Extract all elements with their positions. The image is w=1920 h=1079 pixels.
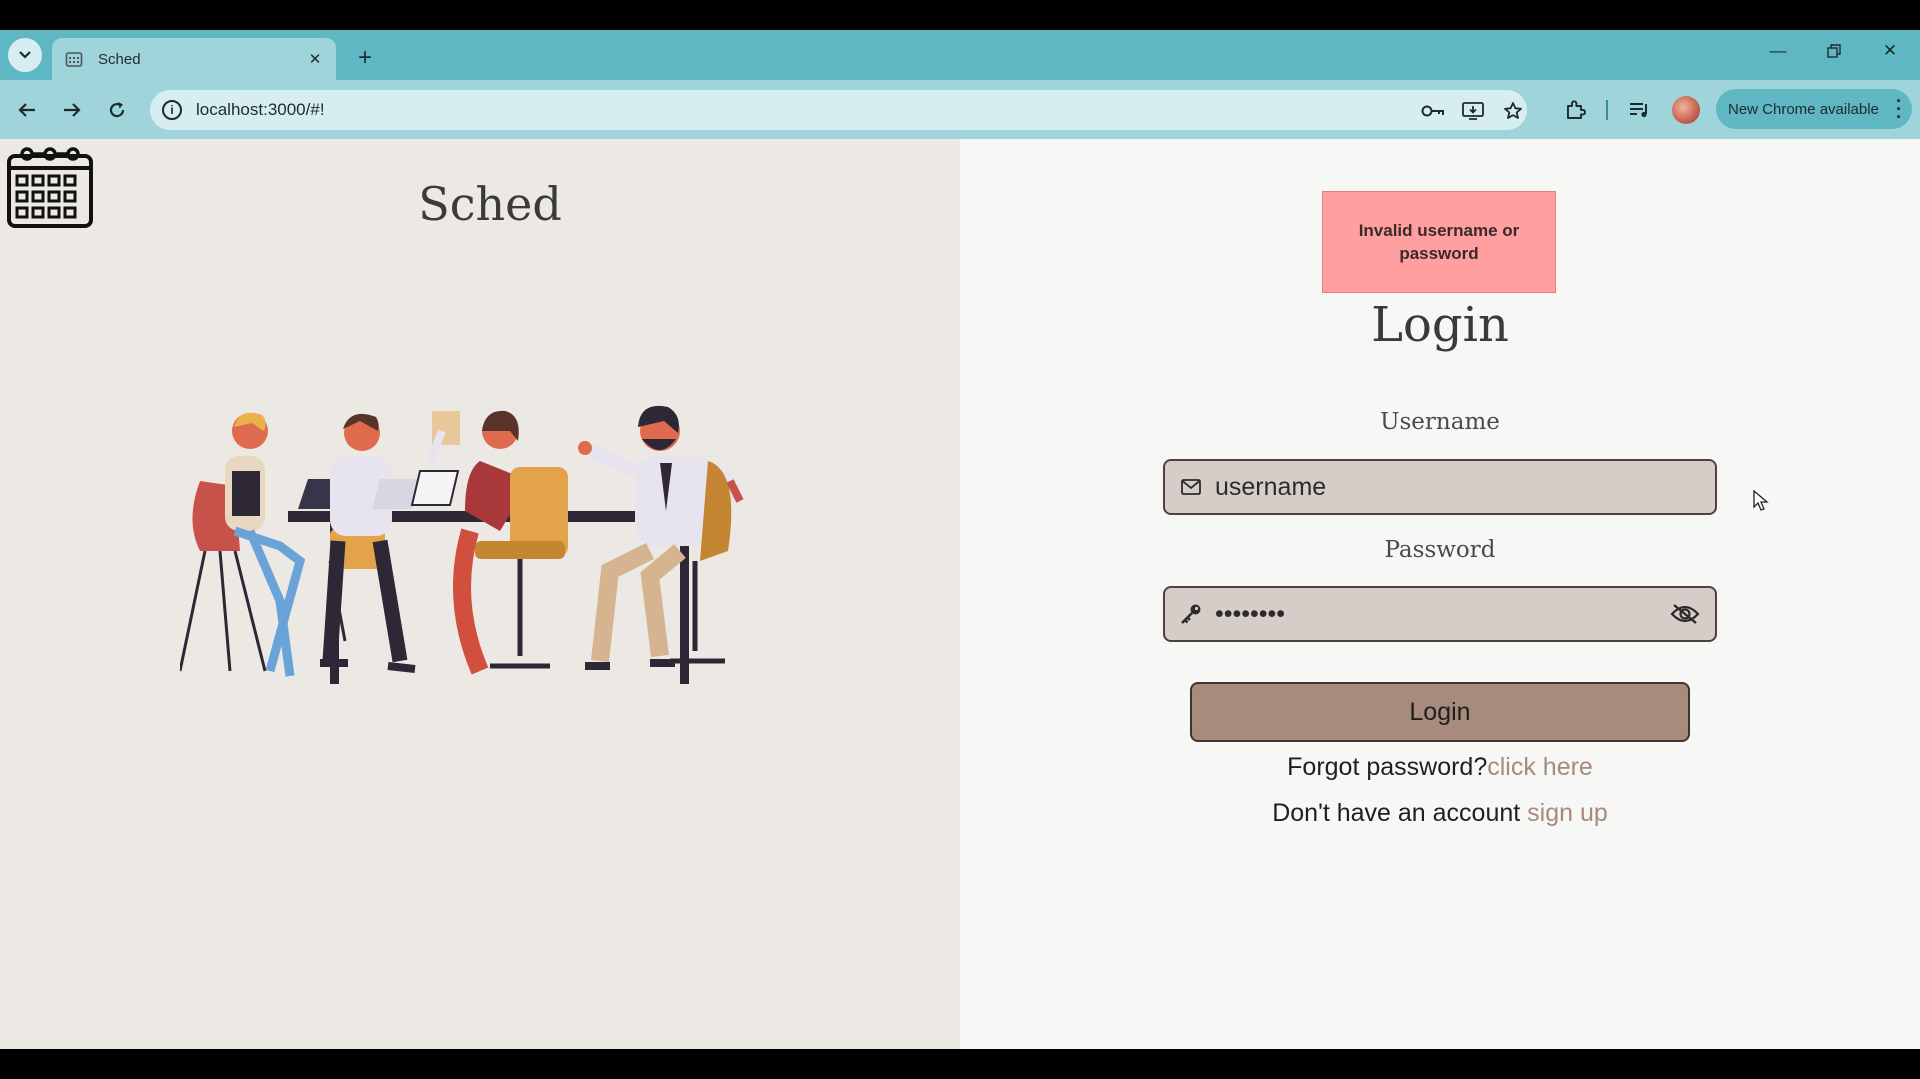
- extensions-icon[interactable]: [1560, 95, 1590, 125]
- calendar-icon: [7, 147, 93, 228]
- more-vert-icon[interactable]: · · ·: [1896, 92, 1902, 126]
- error-alert: Invalid username or password: [1322, 191, 1556, 293]
- star-icon[interactable]: [1500, 98, 1526, 124]
- browser-toolbar: i localhost:3000/#! New Chrome available…: [0, 80, 1920, 139]
- signup-link[interactable]: sign up: [1527, 799, 1608, 827]
- toolbar-separator: [1606, 100, 1608, 120]
- tab-strip: Sched ✕ + — ✕: [0, 30, 1920, 80]
- password-field-wrapper: [1163, 586, 1717, 642]
- plus-icon[interactable]: +: [350, 43, 380, 73]
- error-message: Invalid username or password: [1358, 221, 1520, 263]
- team-meeting-illustration: [180, 405, 744, 684]
- mouse-cursor: [1753, 490, 1769, 511]
- login-title: Login: [1371, 297, 1509, 353]
- media-controls-icon[interactable]: [1625, 95, 1655, 125]
- install-app-icon[interactable]: [1460, 98, 1486, 124]
- browser-tab[interactable]: Sched ✕: [52, 38, 336, 80]
- restore-icon[interactable]: [1814, 36, 1854, 66]
- tab-search-icon[interactable]: [8, 38, 42, 72]
- screen-top-bar: [0, 0, 1920, 30]
- close-icon[interactable]: ✕: [304, 48, 326, 70]
- password-input[interactable]: [1215, 588, 1655, 640]
- brand-title: Sched: [418, 177, 562, 231]
- minimize-icon[interactable]: —: [1758, 36, 1798, 66]
- info-icon[interactable]: i: [162, 100, 182, 120]
- url-text[interactable]: localhost:3000/#!: [196, 100, 325, 120]
- password-key-icon[interactable]: [1420, 98, 1446, 124]
- screen-bottom-bar: [0, 1049, 1920, 1079]
- signup-line: Don't have an account sign up: [1120, 799, 1760, 828]
- forgot-password-text: Forgot password?: [1287, 753, 1488, 781]
- eye-off-icon[interactable]: [1669, 600, 1701, 628]
- chrome-update-label: New Chrome available: [1728, 100, 1879, 118]
- address-bar[interactable]: i localhost:3000/#!: [150, 90, 1527, 130]
- login-button[interactable]: Login: [1190, 682, 1690, 742]
- username-label: Username: [1380, 409, 1500, 435]
- chrome-update-button[interactable]: New Chrome available · · ·: [1716, 89, 1912, 129]
- login-panel: Invalid username or password Login Usern…: [960, 139, 1920, 1049]
- branding-panel: Sched: [0, 139, 960, 1049]
- page-content: Sched Invalid username or password Login…: [0, 139, 1920, 1049]
- profile-avatar[interactable]: [1672, 96, 1700, 124]
- back-icon[interactable]: [11, 94, 43, 126]
- forward-icon[interactable]: [56, 94, 88, 126]
- mail-icon: [1179, 475, 1203, 499]
- password-label: Password: [1384, 537, 1496, 563]
- calendar-favicon: [64, 49, 84, 69]
- reload-icon[interactable]: [101, 94, 133, 126]
- forgot-password-line: Forgot password?click here: [1120, 753, 1760, 782]
- forgot-password-link[interactable]: click here: [1487, 753, 1593, 781]
- window-close-icon[interactable]: ✕: [1870, 36, 1910, 66]
- key-icon: [1179, 602, 1203, 626]
- signup-text: Don't have an account: [1272, 799, 1528, 827]
- username-field-wrapper: [1163, 459, 1717, 515]
- tab-title: Sched: [98, 50, 141, 68]
- username-input[interactable]: [1215, 461, 1655, 513]
